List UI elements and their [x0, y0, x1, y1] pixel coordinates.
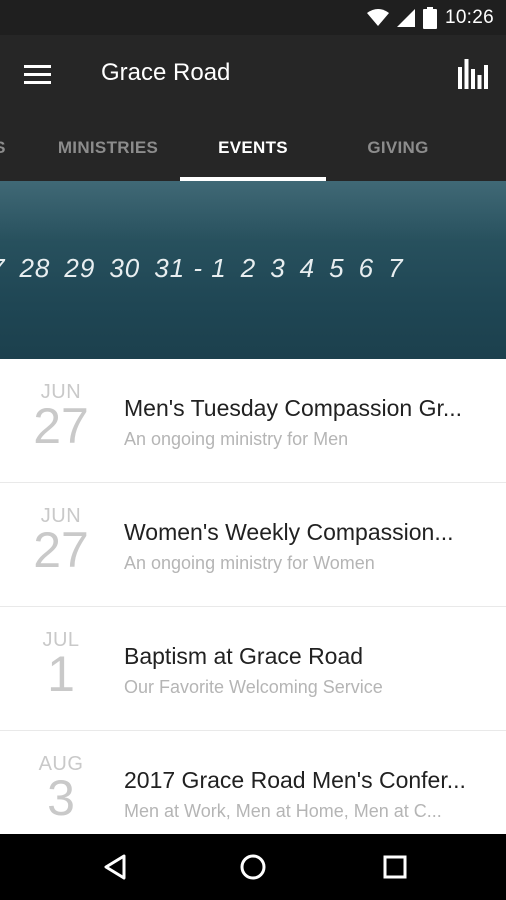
event-subtitle: An ongoing ministry for Men: [124, 429, 349, 449]
event-title: Baptism at Grace Road: [124, 643, 364, 669]
date-item[interactable]: 2: [241, 253, 256, 284]
date-item[interactable]: 3: [270, 253, 285, 284]
hero-background-image: [0, 181, 506, 241]
event-day: 27: [33, 398, 89, 454]
date-item[interactable]: 31 - 1: [154, 253, 227, 284]
tab-events[interactable]: EVENTS: [180, 115, 326, 181]
event-day: 27: [33, 522, 89, 578]
event-subtitle: Our Favorite Welcoming Service: [124, 677, 383, 697]
battery-icon: [422, 7, 437, 29]
status-time: 10:26: [444, 7, 494, 28]
date-item[interactable]: 6: [359, 253, 374, 284]
event-day: 1: [47, 646, 75, 702]
event-day: 3: [47, 770, 75, 826]
date-item[interactable]: 30: [109, 253, 140, 284]
date-item[interactable]: 7: [388, 253, 403, 284]
signal-icon: [396, 9, 415, 27]
tab-ministries[interactable]: MINISTRIES: [36, 115, 180, 181]
date-item[interactable]: 5: [329, 253, 344, 284]
event-title: Men's Tuesday Compassion Gr...: [124, 395, 463, 421]
status-bar: 10:26: [0, 0, 506, 35]
app-bar: Grace Road S MINISTRIES EVENTS GIVING: [0, 35, 506, 181]
event-item[interactable]: JUN 27 Men's Tuesday Compassion Gr... An…: [0, 359, 506, 483]
home-icon[interactable]: [238, 852, 268, 882]
bar-chart-icon[interactable]: [458, 57, 488, 89]
event-subtitle: Men at Work, Men at Home, Men at C...: [124, 801, 442, 821]
status-icons: 10:26: [366, 6, 494, 30]
event-item[interactable]: JUL 1 Baptism at Grace Road Our Favorite…: [0, 607, 506, 731]
tab-giving[interactable]: GIVING: [326, 115, 470, 181]
date-item[interactable]: 29: [64, 253, 95, 284]
event-date: JUL 1: [0, 629, 122, 699]
system-nav-bar: [0, 834, 506, 900]
back-icon[interactable]: [100, 852, 130, 882]
event-date: JUN 27: [0, 381, 122, 451]
event-title: Women's Weekly Compassion...: [124, 519, 454, 545]
hero-banner: 728293031 - 1234567: [0, 181, 506, 359]
event-date: AUG 3: [0, 753, 122, 823]
app-title: Grace Road: [101, 59, 231, 86]
recents-icon[interactable]: [380, 852, 410, 882]
date-item[interactable]: 28: [19, 253, 50, 284]
event-item[interactable]: JUN 27 Women's Weekly Compassion... An o…: [0, 483, 506, 607]
event-title: 2017 Grace Road Men's Confer...: [124, 767, 466, 793]
event-date: JUN 27: [0, 505, 122, 575]
date-strip[interactable]: 728293031 - 1234567: [0, 253, 418, 293]
date-item[interactable]: 7: [0, 253, 5, 284]
event-subtitle: An ongoing ministry for Women: [124, 553, 375, 573]
hamburger-menu-icon[interactable]: [24, 63, 56, 87]
event-list: JUN 27 Men's Tuesday Compassion Gr... An…: [0, 359, 506, 855]
tab-partial[interactable]: S: [0, 115, 12, 181]
wifi-icon: [366, 9, 389, 26]
tab-bar: S MINISTRIES EVENTS GIVING: [0, 115, 506, 181]
date-item[interactable]: 4: [300, 253, 315, 284]
